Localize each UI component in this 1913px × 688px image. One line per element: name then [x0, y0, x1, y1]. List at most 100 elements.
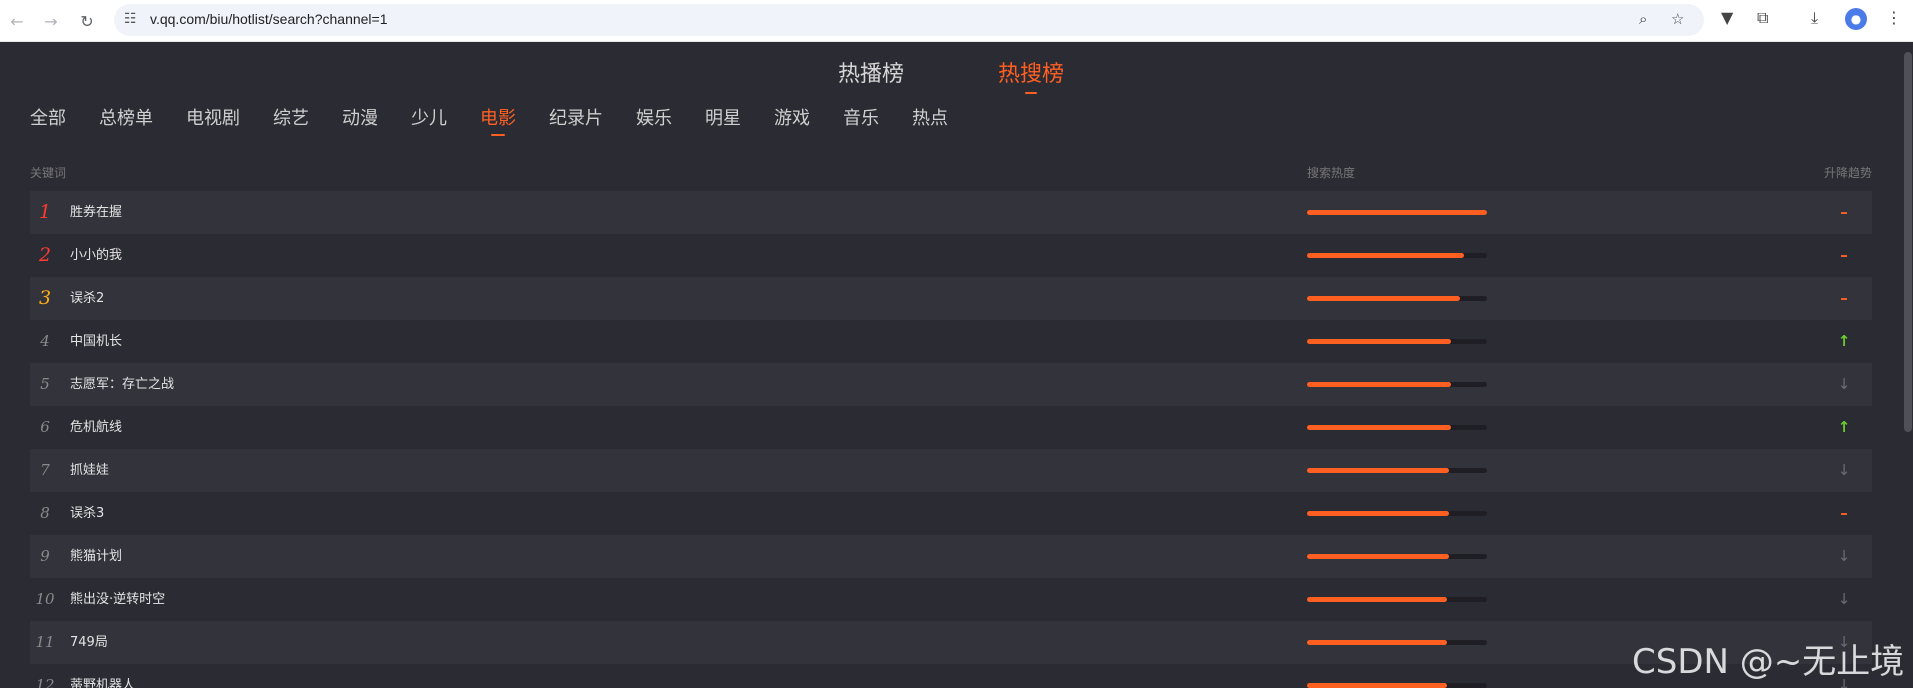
table-row[interactable]: 7 抓娃娃 ↓ [30, 449, 1872, 492]
rank-number: 9 [40, 547, 50, 565]
keyword-link[interactable]: 抓娃娃 [70, 449, 109, 492]
rank-number: 7 [40, 461, 50, 479]
heat-bar [1307, 210, 1487, 215]
category-tab[interactable]: 热点 [912, 104, 948, 138]
heat-bar-fill [1307, 554, 1450, 559]
table-row[interactable]: 1 胜券在握 – [30, 191, 1872, 234]
scrollbar-thumb[interactable] [1904, 52, 1912, 432]
watermark: CSDN @~无止境 [1632, 642, 1905, 682]
heat-bar [1307, 468, 1487, 473]
table-row[interactable]: 3 误杀2 – [30, 277, 1872, 320]
category-tab[interactable]: 音乐 [843, 104, 879, 138]
category-tab[interactable]: 电影 [480, 104, 516, 138]
rank-number: 10 [35, 590, 55, 608]
tab-label: 热搜榜 [998, 62, 1065, 87]
category-tab[interactable]: 全部 [30, 104, 66, 138]
table-row[interactable]: 2 小小的我 – [30, 234, 1872, 277]
category-tab-label: 总榜单 [99, 108, 153, 129]
heat-bar-fill [1307, 339, 1451, 344]
table-row[interactable]: 9 熊猫计划 ↓ [30, 535, 1872, 578]
keyword-link[interactable]: 误杀3 [70, 492, 104, 535]
keyword-link[interactable]: 749局 [70, 621, 108, 664]
active-category-indicator [491, 134, 505, 136]
bookmark-star-icon[interactable]: ☆ [1671, 10, 1684, 28]
reload-icon[interactable]: ↻ [74, 8, 100, 34]
keyword-link[interactable]: 蒂野机器人 [70, 664, 135, 688]
category-tab-label: 明星 [705, 108, 741, 129]
heat-bar-fill [1307, 382, 1451, 387]
category-tab[interactable]: 纪录片 [549, 104, 603, 138]
category-tab-label: 电视剧 [186, 108, 240, 129]
heat-bar [1307, 640, 1487, 645]
browser-menu-icon[interactable]: ⋮ [1886, 8, 1902, 27]
heat-bar-fill [1307, 597, 1448, 602]
extension-v-icon[interactable]: ▼ [1721, 8, 1733, 27]
main-tabs: 热播榜 热搜榜 [0, 56, 1913, 96]
heat-bar-fill [1307, 296, 1460, 301]
heat-bar-fill [1307, 468, 1450, 473]
keyword-link[interactable]: 小小的我 [70, 234, 122, 277]
category-tab[interactable]: 动漫 [342, 104, 378, 138]
trend-down-icon: ↓ [1837, 461, 1851, 479]
table-row[interactable]: 11 749局 ↓ [30, 621, 1872, 664]
heat-bar [1307, 253, 1487, 258]
keyword-link[interactable]: 误杀2 [70, 277, 104, 320]
category-tab[interactable]: 综艺 [273, 104, 309, 138]
keyword-link[interactable]: 胜券在握 [70, 191, 122, 234]
heat-bar-fill [1307, 511, 1450, 516]
rank-number: 8 [40, 504, 50, 522]
heat-bar [1307, 511, 1487, 516]
category-tab-label: 电影 [480, 108, 516, 129]
address-bar[interactable]: ☷ v.qq.com/biu/hotlist/search?channel=1 … [114, 4, 1704, 36]
rank-number: 5 [40, 375, 50, 393]
download-icon[interactable]: ⤓ [1811, 8, 1818, 28]
address-url[interactable]: v.qq.com/biu/hotlist/search?channel=1 [150, 11, 388, 27]
active-tab-indicator [1025, 92, 1037, 94]
tab-label: 热播榜 [838, 62, 905, 87]
hotlist-table: 1 胜券在握 – 2 小小的我 – 3 误杀2 – 4 中国机长 ↑ 5 志愿军：存亡之战 ↓ 6 危机航线 ↑ 7… [30, 191, 1872, 688]
keyword-link[interactable]: 熊猫计划 [70, 535, 122, 578]
category-tab-label: 全部 [30, 108, 66, 129]
back-arrow-icon[interactable]: ← [4, 8, 30, 34]
trend-down-icon: ↓ [1837, 547, 1851, 565]
table-row[interactable]: 5 志愿军：存亡之战 ↓ [30, 363, 1872, 406]
table-row[interactable]: 12 蒂野机器人 ↓ [30, 664, 1872, 688]
forward-arrow-icon[interactable]: → [38, 8, 64, 34]
rank-number: 1 [38, 201, 52, 223]
keyword-link[interactable]: 志愿军：存亡之战 [70, 363, 174, 406]
rank-number: 2 [38, 244, 52, 266]
category-tab-label: 音乐 [843, 108, 879, 129]
category-tab[interactable]: 总榜单 [99, 104, 153, 138]
category-tab-label: 综艺 [273, 108, 309, 129]
table-row[interactable]: 8 误杀3 – [30, 492, 1872, 535]
category-tab[interactable]: 少儿 [411, 104, 447, 138]
trend-same-icon: – [1840, 246, 1848, 264]
extensions-puzzle-icon[interactable]: ⧉ [1757, 8, 1768, 28]
heat-bar [1307, 382, 1487, 387]
table-row[interactable]: 6 危机航线 ↑ [30, 406, 1872, 449]
category-tab[interactable]: 电视剧 [186, 104, 240, 138]
category-tab-label: 娱乐 [636, 108, 672, 129]
table-row[interactable]: 4 中国机长 ↑ [30, 320, 1872, 363]
category-tab[interactable]: 娱乐 [636, 104, 672, 138]
heat-bar-fill [1307, 425, 1451, 430]
keyword-link[interactable]: 中国机长 [70, 320, 122, 363]
page-scrollbar[interactable] [1903, 42, 1913, 688]
keyword-link[interactable]: 危机航线 [70, 406, 122, 449]
trend-up-icon: ↑ [1837, 418, 1851, 436]
heat-bar [1307, 339, 1487, 344]
site-settings-icon[interactable]: ☷ [124, 11, 137, 27]
table-row[interactable]: 10 熊出没·逆转时空 ↓ [30, 578, 1872, 621]
category-tab[interactable]: 明星 [705, 104, 741, 138]
zoom-icon[interactable]: ⌕ [1639, 10, 1647, 28]
trend-up-icon: ↑ [1837, 332, 1851, 350]
table-header: 关键词 搜索热度 升降趋势 [30, 164, 1872, 184]
keyword-link[interactable]: 熊出没·逆转时空 [70, 578, 165, 621]
tab-hot-play[interactable]: 热播榜 [838, 56, 904, 88]
category-tab[interactable]: 游戏 [774, 104, 810, 138]
trend-same-icon: – [1840, 289, 1848, 307]
heat-bar [1307, 296, 1487, 301]
rank-number: 11 [35, 633, 55, 651]
tab-hot-search[interactable]: 热搜榜 [998, 56, 1065, 94]
profile-avatar-icon[interactable]: ● [1845, 8, 1867, 30]
